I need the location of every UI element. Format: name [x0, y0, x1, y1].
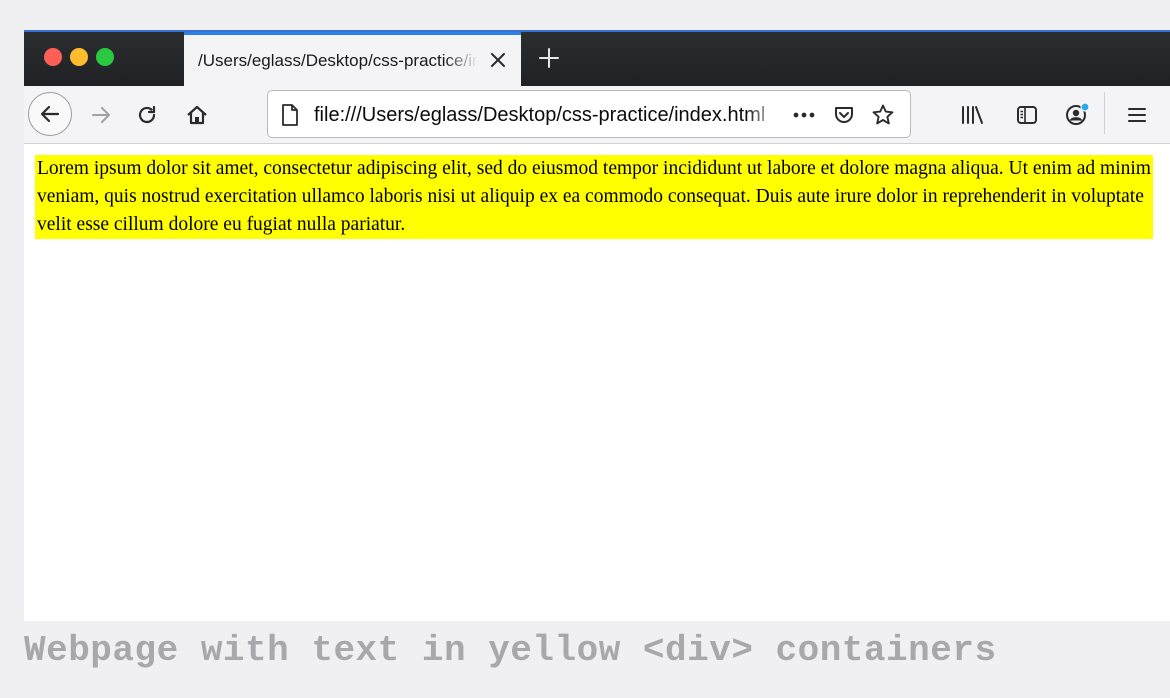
- close-tab-icon[interactable]: [487, 49, 509, 71]
- hamburger-menu-icon[interactable]: [1124, 102, 1150, 128]
- browser-window: /Users/eglass/Desktop/css-practice/index…: [24, 30, 1170, 621]
- library-icon[interactable]: [959, 102, 985, 128]
- reload-icon[interactable]: [134, 102, 160, 128]
- home-icon[interactable]: [184, 102, 210, 128]
- url-text[interactable]: file:///Users/eglass/Desktop/css-practic…: [314, 103, 779, 127]
- yellow-div-container: Lorem ipsum dolor sit amet, consectetur …: [35, 155, 1153, 239]
- back-arrow-icon[interactable]: [28, 92, 72, 136]
- new-tab-icon[interactable]: [537, 46, 561, 70]
- window-zoom-button[interactable]: [96, 48, 114, 66]
- forward-arrow-icon[interactable]: [88, 102, 114, 128]
- pocket-icon[interactable]: [831, 103, 857, 127]
- tab-active[interactable]: /Users/eglass/Desktop/css-practice/index…: [184, 32, 521, 86]
- page-content: Lorem ipsum dolor sit amet, consectetur …: [24, 144, 1170, 621]
- sidebar-icon[interactable]: [1014, 102, 1040, 128]
- address-bar[interactable]: file:///Users/eglass/Desktop/css-practic…: [267, 90, 911, 138]
- caption: Webpage with text in yellow <div> contai…: [24, 630, 997, 671]
- account-icon[interactable]: [1064, 102, 1090, 128]
- page-icon: [280, 103, 300, 127]
- window-minimize-button[interactable]: [70, 48, 88, 66]
- window-close-button[interactable]: [44, 48, 62, 66]
- navigation-toolbar: file:///Users/eglass/Desktop/css-practic…: [24, 86, 1170, 144]
- tab-title: /Users/eglass/Desktop/css-practice/index…: [198, 50, 478, 70]
- more-actions-icon[interactable]: [791, 103, 817, 127]
- star-bookmark-icon[interactable]: [870, 103, 896, 127]
- toolbar-separator: [1104, 92, 1105, 134]
- tab-strip: /Users/eglass/Desktop/css-practice/index…: [24, 30, 1170, 86]
